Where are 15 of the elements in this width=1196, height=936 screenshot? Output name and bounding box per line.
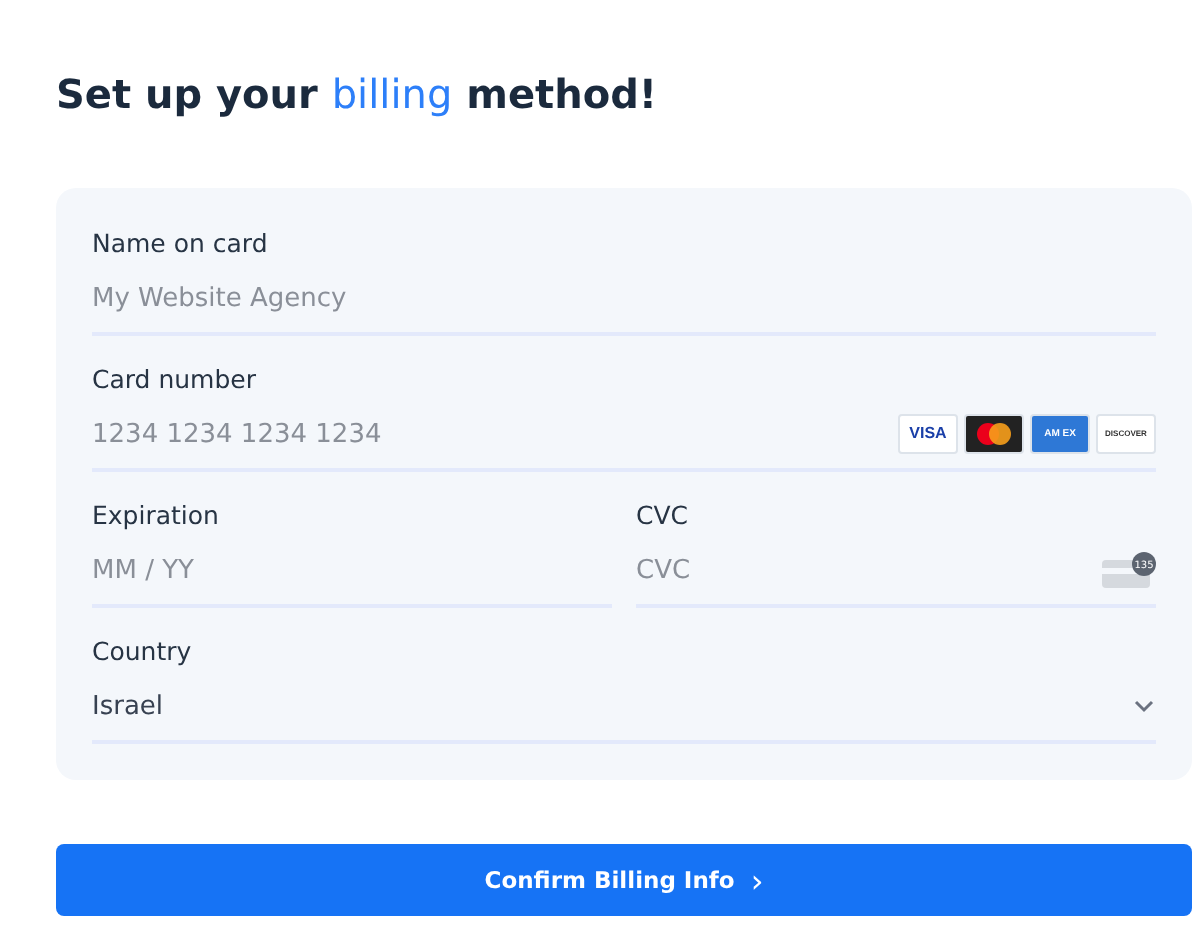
country-select[interactable]: Israel [92, 672, 1156, 744]
text-input[interactable]: MM / YY [92, 555, 612, 585]
confirm-button[interactable]: Confirm Billing Info › [56, 844, 1192, 916]
card-number-input[interactable]: 1234 1234 1234 1234 [92, 419, 890, 449]
field-label: Card number [92, 362, 259, 398]
page-title: Set up your billing method! [56, 68, 660, 122]
field-label: Country [92, 634, 194, 670]
field-label: CVC [636, 498, 691, 534]
field-label: Name on card [92, 226, 270, 262]
card-logo-icon [964, 414, 1024, 454]
text-input[interactable]: My Website Agency [92, 283, 1156, 313]
card-logo-icon: VISA [898, 414, 958, 454]
field-label: Expiration [92, 498, 221, 534]
cvc-input[interactable]: CVC [636, 555, 1092, 585]
chevron-down-icon [1132, 698, 1156, 714]
